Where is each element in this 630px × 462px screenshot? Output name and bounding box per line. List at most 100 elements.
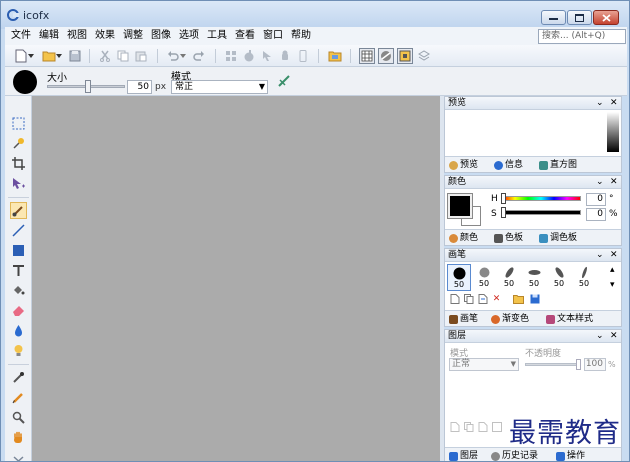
magic-wand-icon[interactable] [10,135,27,152]
tab-gradients[interactable]: 渐变色 [491,312,529,326]
rect-select-icon[interactable] [10,115,27,132]
tab-text-styles[interactable]: 文本样式 [546,312,593,326]
menu-adjust[interactable]: 调整 [123,29,143,42]
layer-opacity-slider[interactable] [525,363,581,366]
menu-file[interactable]: 文件 [11,29,31,42]
apple-icon[interactable] [241,48,257,64]
foreground-color-swatch[interactable] [447,193,473,219]
layers-stack-icon[interactable] [416,48,432,64]
tab-histogram[interactable]: 直方图 [539,158,577,172]
grid-view-icon[interactable] [359,48,375,64]
pencil-icon[interactable] [10,389,27,406]
cursor-icon[interactable] [259,48,275,64]
tab-swatches[interactable]: 色板 [494,231,523,245]
saturation-input[interactable]: 0 [586,208,606,221]
save-brushes-icon[interactable] [529,294,540,305]
chevron-down-icon[interactable]: ⌄ [596,330,604,342]
transparency-icon[interactable] [378,48,394,64]
size-input[interactable]: 50 [127,80,152,94]
blur-drop-icon[interactable] [10,322,27,339]
menu-view[interactable]: 视图 [67,29,87,42]
crop-icon[interactable] [10,155,27,172]
eyedropper-icon[interactable] [10,369,27,386]
search-input[interactable]: 搜索... (Alt+Q) [538,29,626,44]
antialias-icon[interactable] [277,74,291,88]
brush-preset[interactable]: 50 [547,264,571,291]
windows-icon[interactable] [223,48,239,64]
hue-slider-thumb[interactable] [501,193,506,204]
tab-info[interactable]: 信息 [494,158,523,172]
eraser-icon[interactable] [10,302,27,319]
scroll-up-icon[interactable]: ▴ [610,264,615,276]
brush-preset[interactable]: 50 [447,264,471,291]
move-icon[interactable] [10,175,27,192]
pixel-grid-icon[interactable] [397,48,413,64]
menu-tools[interactable]: 工具 [207,29,227,42]
chevron-down-icon[interactable]: ⌄ [596,249,604,261]
tab-preview[interactable]: 预览 [449,158,478,172]
minimize-button[interactable] [541,10,566,25]
tab-brushes[interactable]: 画笔 [449,312,478,326]
drawing-canvas[interactable] [32,96,440,461]
menu-effects[interactable]: 效果 [95,29,115,42]
maximize-button[interactable] [567,10,592,25]
menu-check[interactable]: 查看 [235,29,255,42]
brush-preset[interactable]: 50 [522,264,546,291]
menu-window[interactable]: 窗口 [263,29,283,42]
save-icon[interactable] [67,48,83,64]
cut-icon[interactable] [97,48,113,64]
close-icon[interactable]: ✕ [610,330,618,342]
layer-properties-icon[interactable] [491,422,502,433]
text-tool-icon[interactable] [10,262,27,279]
open-dropdown-icon[interactable] [55,48,63,64]
line-tool-icon[interactable] [10,222,27,239]
new-brush-icon[interactable] [449,294,460,305]
mode-select[interactable]: 常正 ▼ [171,80,268,94]
tab-color[interactable]: 颜色 [449,231,478,245]
zoom-icon[interactable] [10,409,27,426]
browse-folder-icon[interactable] [327,48,343,64]
saturation-slider-thumb[interactable] [501,207,506,218]
duplicate-layer-icon[interactable] [463,422,474,433]
menu-edit[interactable]: 编辑 [39,29,59,42]
mobile-icon[interactable] [295,48,311,64]
import-brush-icon[interactable] [477,294,488,305]
saturation-slider[interactable] [501,210,581,215]
brush-preset[interactable]: 50 [497,264,521,291]
tab-actions[interactable]: 操作 [556,449,585,461]
brush-preset[interactable]: 50 [472,264,496,291]
close-button[interactable] [593,10,619,25]
menu-help[interactable]: 帮助 [291,29,311,42]
chevron-down-icon[interactable]: ⌄ [596,176,604,188]
hand-pan-icon[interactable] [10,429,27,446]
size-slider-thumb[interactable] [85,80,91,93]
close-icon[interactable]: ✕ [610,176,618,188]
redo-icon[interactable] [191,48,207,64]
more-tools-icon[interactable] [10,451,27,461]
close-icon[interactable]: ✕ [610,97,618,109]
tab-palette[interactable]: 调色板 [539,231,577,245]
android-icon[interactable] [277,48,293,64]
delete-brush-icon[interactable]: ✕ [491,294,502,305]
close-icon[interactable]: ✕ [610,249,618,261]
rectangle-tool-icon[interactable] [10,242,27,259]
layer-mode-select[interactable]: 正常 ▼ [449,358,519,371]
open-brushes-icon[interactable] [513,294,524,305]
tab-history[interactable]: 历史记录 [491,449,538,461]
scroll-down-icon[interactable]: ▾ [610,279,615,291]
brush-tool-icon[interactable] [10,202,27,219]
merge-layer-icon[interactable] [477,422,488,433]
duplicate-brush-icon[interactable] [463,294,474,305]
hue-input[interactable]: 0 [586,193,606,206]
brush-preset[interactable]: 50 [572,264,596,291]
copy-icon[interactable] [115,48,131,64]
lightbulb-icon[interactable] [10,342,27,359]
paste-icon[interactable] [133,48,149,64]
layer-opacity-input[interactable]: 100 [584,358,606,371]
menu-image[interactable]: 图像 [151,29,171,42]
chevron-down-icon[interactable]: ⌄ [596,97,604,109]
tab-layers[interactable]: 图层 [449,449,478,461]
new-dropdown-icon[interactable] [27,48,35,64]
opacity-slider-thumb[interactable] [576,359,581,370]
undo-dropdown-icon[interactable] [179,48,187,64]
